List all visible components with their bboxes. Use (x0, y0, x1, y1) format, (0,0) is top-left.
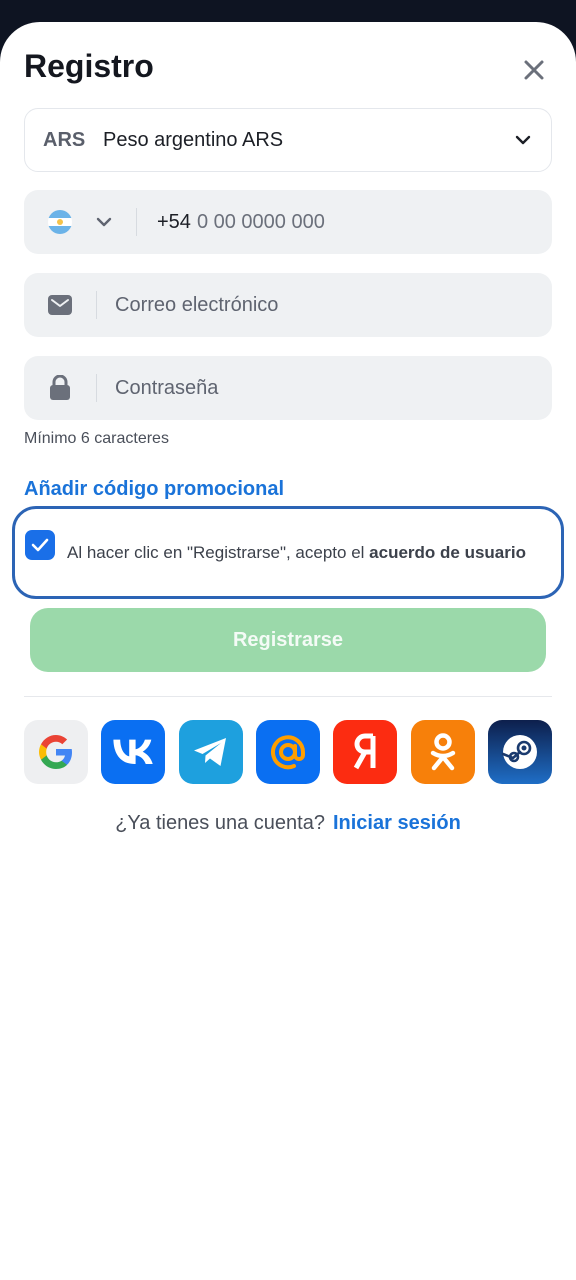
google-button[interactable] (24, 720, 88, 784)
login-question: ¿Ya tienes una cuenta? (115, 812, 325, 834)
user-agreement-link[interactable]: acuerdo de usuario (369, 543, 526, 562)
dialog-title: Registro (24, 48, 154, 84)
registration-sheet: Registro ARS Peso argentino ARS +54 0 00… (0, 22, 576, 1280)
country-select[interactable] (24, 190, 136, 254)
yandex-icon (354, 733, 376, 770)
steam-button[interactable] (487, 720, 552, 784)
login-link[interactable]: Iniciar sesión (333, 812, 461, 834)
odnoklassniki-icon (430, 733, 455, 771)
phone-prefix: +54 (157, 210, 191, 233)
agreement-text: Al hacer clic en "Registrarse", acepto e… (55, 541, 526, 564)
password-hint: Mínimo 6 caracteres (24, 430, 169, 447)
vk-icon (113, 739, 154, 764)
envelope-icon (48, 295, 72, 315)
agreement-checkbox[interactable] (25, 530, 55, 560)
yandex-button[interactable] (333, 720, 398, 784)
add-promo-code-link[interactable]: Añadir código promocional (24, 478, 284, 501)
currency-select[interactable]: ARS Peso argentino ARS (24, 108, 552, 172)
email-input[interactable]: Correo electrónico (97, 294, 278, 317)
agreement-label: Al hacer clic en "Registrarse", acepto e… (67, 543, 370, 562)
email-icon-wrap (24, 273, 96, 337)
mail-button[interactable] (255, 720, 320, 784)
currency-name: Peso argentino ARS (103, 128, 284, 151)
phone-input[interactable]: 0 00 0000 000 (191, 211, 325, 234)
email-field[interactable]: Correo electrónico (24, 273, 552, 337)
telegram-icon (193, 738, 226, 766)
password-field[interactable]: Contraseña (24, 356, 552, 420)
password-input[interactable]: Contraseña (97, 377, 218, 400)
steam-icon (501, 735, 537, 769)
vk-button[interactable] (101, 720, 166, 784)
argentina-flag-icon (48, 210, 72, 234)
lock-icon (50, 375, 70, 400)
divider (24, 696, 552, 697)
at-sign-icon (271, 735, 305, 770)
chevron-down-icon (96, 217, 112, 227)
telegram-button[interactable] (178, 720, 243, 784)
odnoklassniki-button[interactable] (410, 720, 475, 784)
login-prompt: ¿Ya tienes una cuenta? Iniciar sesión (0, 812, 576, 835)
agreement-box: Al hacer clic en "Registrarse", acepto e… (12, 506, 564, 599)
google-icon (39, 735, 72, 769)
password-icon-wrap (24, 356, 96, 420)
phone-field[interactable]: +54 0 00 0000 000 (24, 190, 552, 254)
close-button[interactable] (516, 52, 552, 88)
close-icon (524, 60, 544, 80)
currency-code: ARS (43, 128, 86, 151)
register-button[interactable]: Registrarse (30, 608, 546, 672)
checkmark-icon (31, 538, 49, 552)
social-login-row (24, 720, 552, 784)
chevron-down-icon (515, 135, 531, 145)
